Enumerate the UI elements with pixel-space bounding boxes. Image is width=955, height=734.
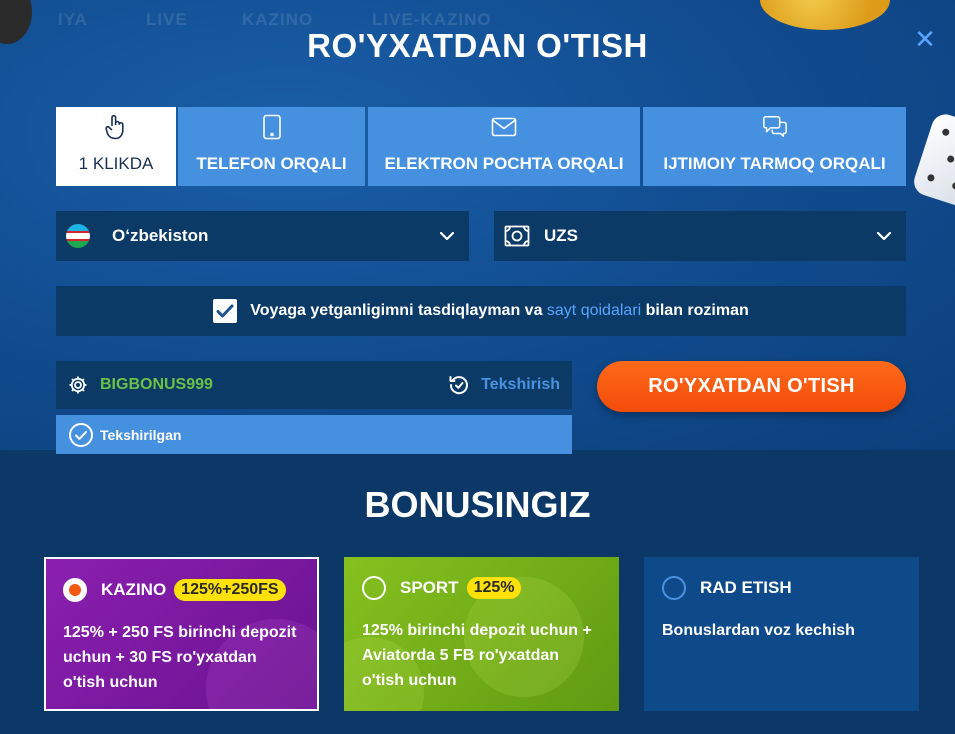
tab-label: 1 KLIKDA <box>78 154 154 173</box>
bonus-badge: 125% <box>466 577 522 599</box>
promo-status-label: Tekshirilgan <box>100 426 182 443</box>
radio-selected[interactable] <box>63 578 87 602</box>
check-circle-icon <box>68 422 94 448</box>
tab-social[interactable]: IJTIMOIY TARMOQ ORQALI <box>643 107 906 186</box>
register-button[interactable]: RO'YXATDAN O'TISH <box>597 361 906 412</box>
uzbekistan-flag-icon <box>66 224 90 248</box>
bonus-card-sport[interactable]: SPORT 125% 125% birinchi depozit uchun +… <box>344 557 619 711</box>
agreement-text: Voyaga yetganligimni tasdiqlayman va say… <box>250 302 749 320</box>
card-name: SPORT <box>400 578 459 597</box>
tab-label: ELEKTRON POCHTA ORQALI <box>384 154 624 173</box>
country-select[interactable]: O‘zbekiston <box>56 211 469 261</box>
tab-label: TELEFON ORQALI <box>196 154 347 173</box>
bonus-title: BONUSINGIZ <box>364 484 591 525</box>
card-head: KAZINO 125%+250FS <box>63 578 286 602</box>
modal-title: RO'YXATDAN O'TISH <box>307 27 648 64</box>
promo-status: Tekshirilgan <box>56 415 572 454</box>
card-description: 125% + 250 FS birinchi depozit uchun + 3… <box>63 624 297 691</box>
chevron-down-icon <box>439 231 455 241</box>
card-head: RAD ETISH <box>662 576 792 600</box>
site-rules-link[interactable]: sayt qoidalari <box>547 302 641 319</box>
bonus-card-kazino[interactable]: KAZINO 125%+250FS 125% + 250 FS birinchi… <box>44 557 319 711</box>
bonus-badge: 125%+250FS <box>174 579 286 601</box>
card-head: SPORT 125% <box>362 576 522 600</box>
agreement-checkbox[interactable] <box>213 299 238 323</box>
phone-icon <box>259 114 285 140</box>
card-name: KAZINO <box>101 580 167 599</box>
radio-unselected[interactable] <box>362 576 386 600</box>
agreement-text-before: Voyaga yetganligimni tasdiqlayman va <box>250 302 547 319</box>
checkmark-icon <box>216 304 234 318</box>
country-value: O‘zbekiston <box>112 226 209 245</box>
currency-select[interactable]: UZS <box>494 211 906 261</box>
hand-pointer-icon <box>103 114 129 140</box>
agreement-row: Voyaga yetganligimni tasdiqlayman va say… <box>56 286 906 336</box>
chat-bubbles-icon <box>762 114 788 140</box>
tab-label: IJTIMOIY TARMOQ ORQALI <box>663 154 886 173</box>
check-promo-label: Tekshirish <box>481 376 560 393</box>
gear-icon <box>68 375 88 395</box>
banknote-icon <box>504 225 530 247</box>
tab-one-click[interactable]: 1 KLIKDA <box>56 107 176 186</box>
promo-code-value: BIGBONUS999 <box>100 376 213 393</box>
promo-code-field[interactable]: BIGBONUS999 Tekshirish <box>56 361 572 409</box>
tab-phone[interactable]: TELEFON ORQALI <box>178 107 365 186</box>
card-name: RAD ETISH <box>700 578 792 597</box>
card-description: 125% birinchi depozit uchun + Aviatorda … <box>362 622 592 689</box>
check-promo-button[interactable]: Tekshirish <box>448 374 560 396</box>
refresh-icon <box>448 374 470 396</box>
close-icon[interactable]: ✕ <box>912 26 938 52</box>
envelope-icon <box>491 114 517 140</box>
chevron-down-icon <box>876 231 892 241</box>
tab-email[interactable]: ELEKTRON POCHTA ORQALI <box>368 107 640 186</box>
currency-value: UZS <box>544 226 578 245</box>
bonus-card-decline[interactable]: RAD ETISH Bonuslardan voz kechish <box>644 557 919 711</box>
radio-unselected[interactable] <box>662 576 686 600</box>
card-description: Bonuslardan voz kechish <box>662 622 855 639</box>
agreement-text-after: bilan roziman <box>641 302 749 319</box>
